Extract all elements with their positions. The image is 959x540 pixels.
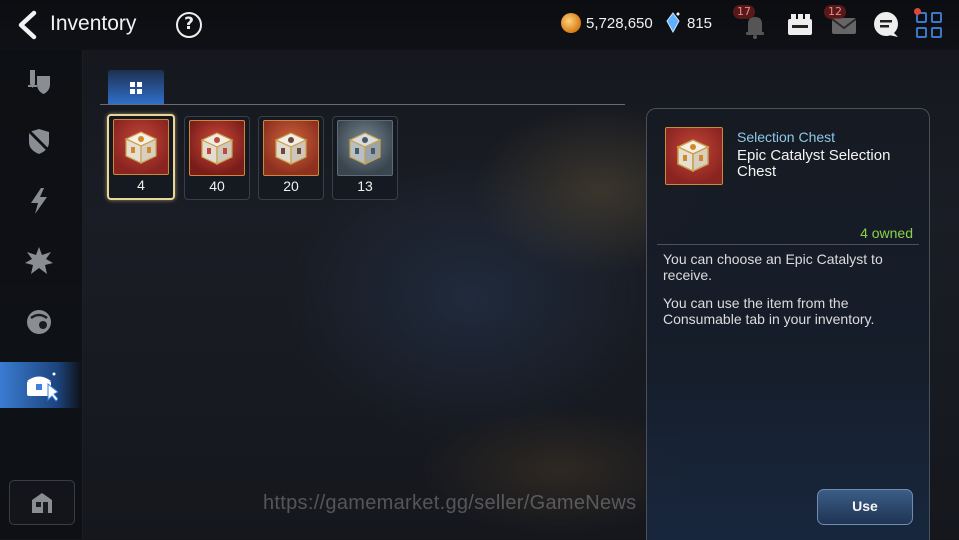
watermark-text: https://gamemarket.gg/seller/GameNews <box>263 492 637 514</box>
category-sidebar <box>0 50 83 539</box>
gold-coin-icon <box>561 13 581 33</box>
item-quantity: 40 <box>209 178 225 194</box>
storage-button[interactable] <box>9 480 75 525</box>
menu-alert-dot <box>914 8 921 15</box>
item-image <box>337 120 393 176</box>
sidebar-item-armor[interactable] <box>0 118 82 164</box>
description-line-1: You can choose an Epic Catalyst to recei… <box>663 251 883 283</box>
epic-chest-icon <box>676 139 710 173</box>
chest-icon <box>27 372 58 402</box>
help-button[interactable]: ? <box>176 12 202 38</box>
top-bar: Inventory ? 5,728,650 815 17 12 <box>0 0 959 50</box>
burst-icon <box>25 247 53 274</box>
item-detail-panel: Selection Chest Epic Catalyst Selection … <box>646 108 930 540</box>
gold-amount: 5,728,650 <box>586 15 653 32</box>
item-quantity: 13 <box>357 178 373 194</box>
chest-item-icon <box>124 131 158 164</box>
chest-item-icon <box>348 132 382 165</box>
chest-item-icon <box>274 132 308 165</box>
use-button[interactable]: Use <box>817 489 913 525</box>
chest-item-icon <box>200 132 234 165</box>
inventory-item-slot[interactable]: 13 <box>332 116 398 200</box>
item-quantity: 4 <box>137 177 145 193</box>
main-menu-icon[interactable] <box>916 12 944 40</box>
sidebar-item-skills[interactable] <box>0 178 82 224</box>
sidebar-item-materials[interactable] <box>0 298 82 344</box>
guild-icon[interactable] <box>785 10 815 40</box>
notification-badge: 17 <box>733 5 755 19</box>
item-image <box>263 120 319 176</box>
selected-item-image <box>665 127 723 185</box>
lightning-icon <box>31 188 47 214</box>
item-description: You can choose an Epic Catalyst to recei… <box>663 251 915 339</box>
storage-icon <box>32 493 52 513</box>
item-image <box>113 119 169 175</box>
inventory-item-slot[interactable]: 4 <box>107 114 175 200</box>
sword-shield-icon <box>28 70 50 94</box>
page-title: Inventory <box>50 12 137 35</box>
tab-all-items[interactable] <box>108 70 164 104</box>
chat-icon[interactable] <box>871 10 901 40</box>
inventory-item-slot[interactable]: 40 <box>184 116 250 200</box>
description-line-2: You can use the item from the Consumable… <box>663 295 875 327</box>
sidebar-item-weapons[interactable] <box>0 58 82 104</box>
back-arrow-icon[interactable] <box>14 10 40 40</box>
crystal-amount: 815 <box>687 15 713 32</box>
sidebar-item-burst[interactable] <box>0 238 82 284</box>
crystal-icon <box>666 12 680 33</box>
item-image <box>189 120 245 176</box>
armor-icon <box>26 128 52 154</box>
mail-badge: 12 <box>824 5 846 19</box>
item-quantity: 20 <box>283 178 299 194</box>
owned-count: 4 owned <box>860 225 913 241</box>
materials-icon <box>27 310 51 334</box>
detail-divider <box>657 244 919 245</box>
inventory-item-slot[interactable]: 20 <box>258 116 324 200</box>
sidebar-item-chests[interactable] <box>0 362 82 408</box>
item-category: Selection Chest <box>737 129 836 145</box>
item-name: Epic Catalyst Selection Chest <box>737 147 891 180</box>
tab-divider <box>100 104 625 105</box>
